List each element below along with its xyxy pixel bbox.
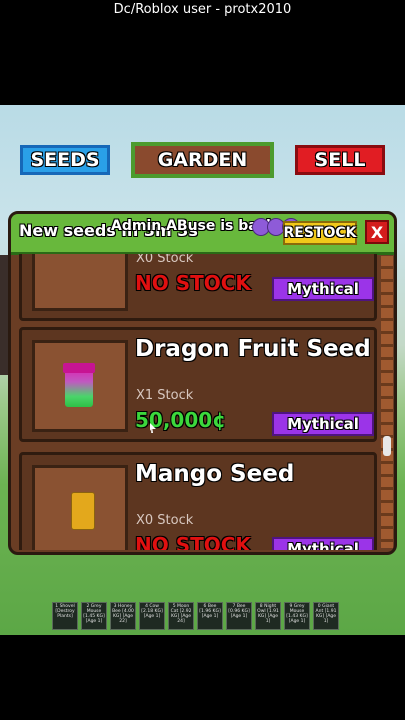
hotbar-slot[interactable]: 3 Honey Bee [4.00 KG] [Age 22] (110, 602, 136, 630)
hotbar-slot[interactable]: 2 Grey Mouse [1.45 KG] [Age 1] (81, 602, 107, 630)
seed-thumbnail (32, 340, 128, 432)
seed-thumbnail (32, 465, 128, 550)
video-caption: Dc/Roblox user - protx2010 (0, 0, 405, 105)
hotbar-slot[interactable]: 8 Night Owl [1.91 KG] [Age 1] (255, 602, 281, 630)
seed-name: Dragon Fruit Seed (135, 336, 371, 362)
hotbar-slot[interactable]: 9 Grey Mouse [1.43 KG] [Age 1] (284, 602, 310, 630)
seeds-button[interactable]: SEEDS (20, 145, 110, 175)
caption-text: Dc/Roblox user - protx2010 (113, 2, 292, 17)
seed-item[interactable]: Dragon Fruit Seed X1 Stock 50,000¢ Mythi… (19, 327, 377, 442)
scrollbar-thumb[interactable] (383, 436, 391, 456)
garden-button[interactable]: GARDEN (131, 142, 274, 178)
scrollbar-track[interactable] (381, 256, 393, 548)
rarity-badge: Mythical (272, 277, 374, 301)
hotbar-slot[interactable]: 0 Giant Ant [1.91 KG] [Age 1] (313, 602, 339, 630)
stock-count: X0 Stock (136, 513, 194, 528)
mango-icon (71, 492, 95, 530)
rarity-badge: Mythical (272, 412, 374, 436)
seed-name: Mango Seed (135, 461, 295, 487)
dragon-fruit-icon (63, 363, 95, 407)
hotbar-slot[interactable]: 4 Cow [2.18 KG] [Age 1] (139, 602, 165, 630)
hotbar-slot[interactable]: 7 Bee [0.96 KG] [Age 1] (226, 602, 252, 630)
inventory-hotbar: 1 Shovel [Destroy Plants] 2 Grey Mouse [… (52, 602, 339, 630)
stock-count: X0 Stock (136, 254, 194, 266)
price-label: 50,000¢ (135, 408, 227, 432)
rarity-badge: Mythical (272, 537, 374, 550)
seed-shop-panel: New seeds in 3m 3s Admin ABuse is back R… (8, 211, 397, 555)
game-viewport: SEEDS GARDEN SELL New seeds in 3m 3s Adm… (0, 105, 405, 635)
admin-abuse-banner: Admin ABuse is back (111, 218, 276, 234)
seed-item[interactable]: X0 Stock NO STOCK Mythical (19, 254, 377, 321)
close-button[interactable]: X (365, 220, 389, 244)
price-label: NO STOCK (135, 271, 251, 295)
hotbar-slot[interactable]: 1 Shovel [Destroy Plants] (52, 602, 78, 630)
restock-button[interactable]: RESTOCK (283, 221, 357, 245)
hotbar-slot[interactable]: 5 Moon Cat [2.92 KG] [Age 24] (168, 602, 194, 630)
seed-list[interactable]: X0 Stock NO STOCK Mythical Dragon Fruit … (19, 254, 377, 550)
stock-count: X1 Stock (136, 388, 194, 403)
bottom-letterbox (0, 635, 405, 720)
sell-button[interactable]: SELL (295, 145, 385, 175)
seed-thumbnail (32, 254, 128, 311)
shop-header: New seeds in 3m 3s Admin ABuse is back R… (11, 214, 394, 255)
hotbar-slot[interactable]: 6 Bee [1.96 KG] [Age 1] (197, 602, 223, 630)
price-label: NO STOCK (135, 533, 251, 550)
seed-item[interactable]: Mango Seed X0 Stock NO STOCK Mythical (19, 452, 377, 550)
